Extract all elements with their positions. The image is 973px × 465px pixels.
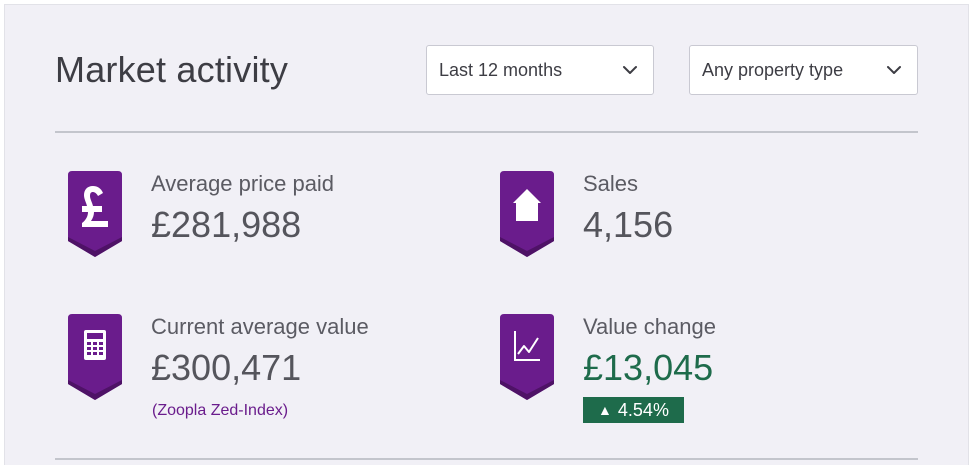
calculator-icon — [68, 314, 122, 400]
value-change-badge: ▲ 4.54% — [583, 397, 684, 423]
value-change-percent: 4.54% — [617, 399, 669, 420]
chevron-down-icon — [887, 66, 901, 74]
value-change-value: £13,045 — [583, 347, 714, 388]
current-average-value-label: Current average value — [151, 314, 369, 339]
divider — [55, 131, 918, 133]
property-type-select[interactable]: Any property type — [689, 45, 918, 95]
period-select[interactable]: Last 12 months — [426, 45, 654, 95]
sales-label: Sales — [583, 171, 639, 196]
house-icon — [500, 171, 554, 257]
pound-icon — [68, 171, 122, 257]
page-title: Market activity — [55, 49, 289, 90]
chevron-down-icon — [623, 66, 637, 74]
value-change-label: Value change — [583, 314, 716, 339]
average-price-paid-value: £281,988 — [151, 204, 302, 245]
up-arrow-icon: ▲ — [598, 402, 612, 418]
zed-index-link[interactable]: (Zoopla Zed-Index) — [152, 402, 288, 420]
divider — [55, 458, 918, 460]
property-type-select-value: Any property type — [702, 59, 844, 80]
period-select-value: Last 12 months — [439, 59, 563, 80]
sales-value: 4,156 — [583, 204, 674, 245]
average-price-paid-label: Average price paid — [151, 171, 335, 196]
market-activity-panel: Market activity Last 12 months Any prope… — [4, 4, 969, 465]
line-chart-icon — [500, 314, 554, 400]
current-average-value-value: £300,471 — [151, 347, 302, 388]
